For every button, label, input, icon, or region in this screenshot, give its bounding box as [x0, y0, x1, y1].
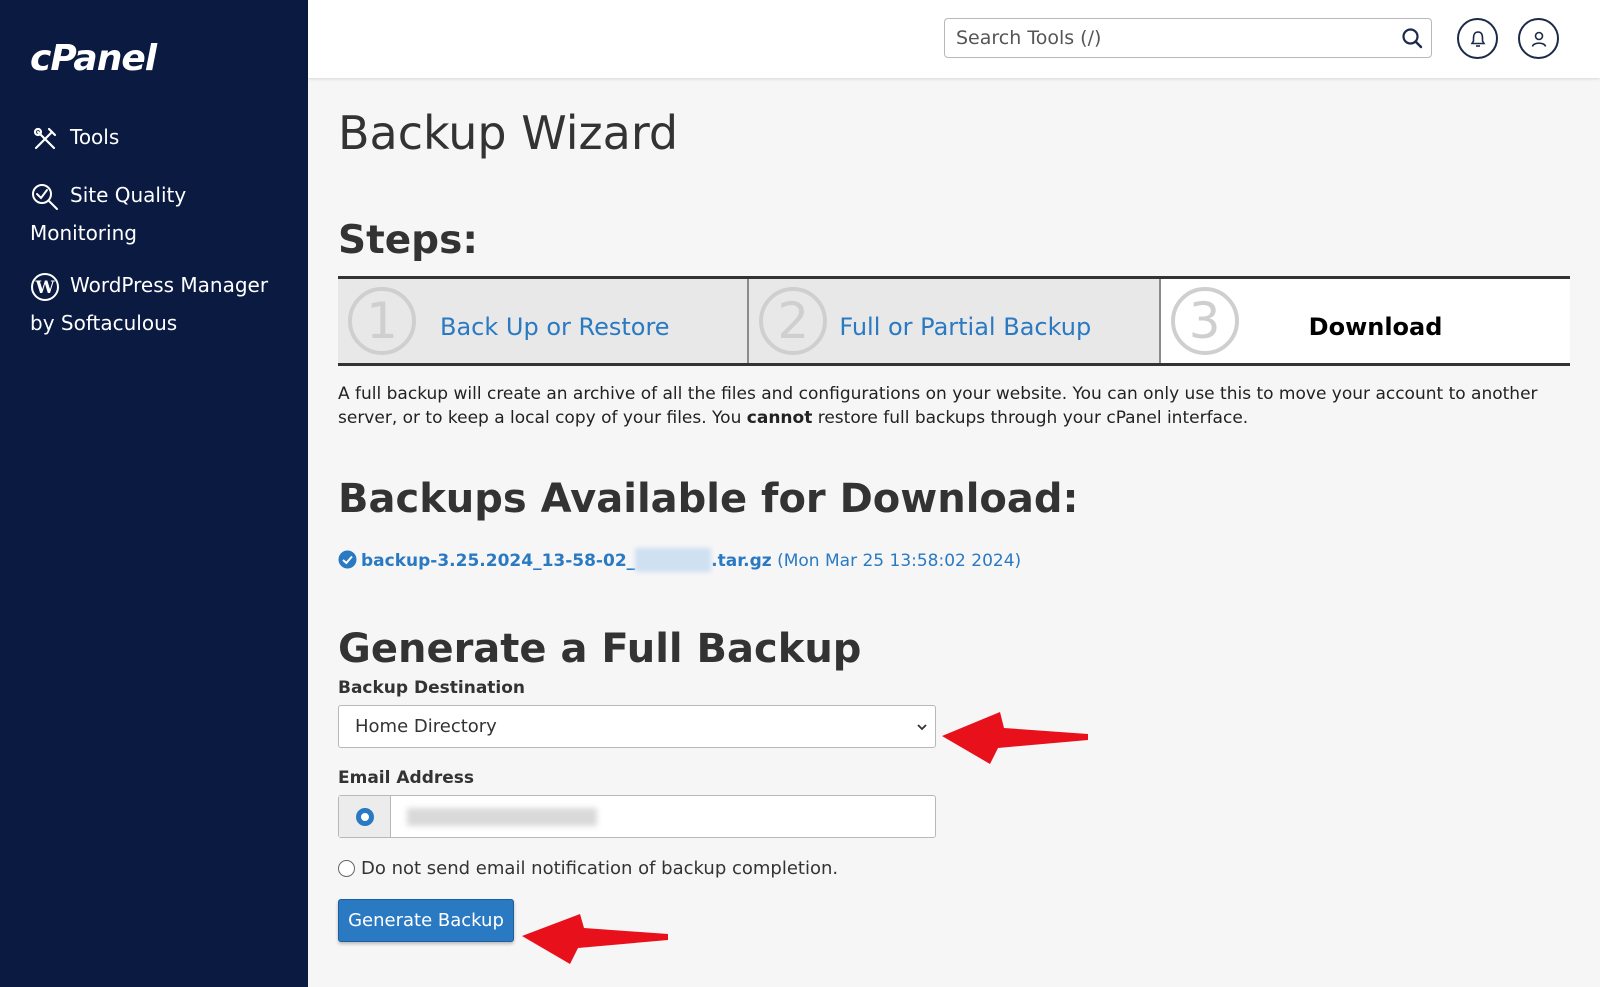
bell-icon: [1470, 30, 1485, 47]
redacted-domain: [635, 548, 712, 572]
no-email-radio[interactable]: [338, 860, 355, 877]
selected-destination: Home Directory: [355, 716, 497, 737]
site-quality-icon: [32, 183, 58, 210]
backup-date: (Mon Mar 25 13:58:02 2024): [777, 551, 1022, 571]
chevron-down-icon: [917, 724, 927, 731]
cpanel-logo[interactable]: cPanel: [30, 38, 157, 79]
email-address-field[interactable]: [407, 808, 597, 826]
search-input[interactable]: [945, 19, 1365, 57]
page-title: Backup Wizard: [338, 106, 679, 160]
full-backup-description: A full backup will create an archive of …: [338, 384, 1538, 428]
step-full-or-partial-backup[interactable]: 2 Full or Partial Backup: [749, 279, 1161, 363]
sidebar-item-label: Tools: [70, 125, 120, 149]
backup-destination-select[interactable]: Home Directory: [338, 705, 936, 748]
backup-list-item: backup-3.25.2024_13-58-02_ .tar.gz (Mon M…: [338, 548, 1021, 572]
step-number-icon: 2: [759, 287, 828, 355]
wizard-steps: 1 Back Up or Restore 2 Full or Partial B…: [338, 276, 1570, 366]
top-header: [308, 0, 1600, 78]
email-address-label: Email Address: [338, 768, 475, 788]
annotation-arrow-icon: [522, 914, 668, 964]
step-number-icon: 3: [1170, 287, 1239, 355]
search-box[interactable]: [944, 18, 1432, 58]
step-label[interactable]: Full or Partial Backup: [839, 313, 1091, 341]
sidebar-item-tools[interactable]: Tools: [30, 118, 280, 156]
sidebar-item-label: Site Quality: [70, 183, 187, 207]
sidebar-item-label-line2: by Softaculous: [30, 311, 178, 335]
user-menu-button[interactable]: [1518, 18, 1559, 59]
step-label-current: Download: [1308, 313, 1443, 341]
step-number-icon: 1: [348, 287, 416, 355]
user-icon: [1531, 31, 1546, 47]
radio-selected-icon: [355, 807, 374, 826]
generate-backup-heading: Generate a Full Backup: [338, 626, 862, 672]
no-email-label: Do not send email notification of backup…: [361, 858, 839, 879]
annotation-arrow-icon: [942, 712, 1088, 764]
available-backups-heading: Backups Available for Download:: [338, 476, 1079, 522]
steps-heading: Steps:: [338, 218, 478, 263]
search-icon[interactable]: [1401, 27, 1423, 49]
step-back-up-or-restore[interactable]: 1 Back Up or Restore: [338, 279, 750, 363]
tools-icon: [33, 127, 57, 149]
no-email-option[interactable]: Do not send email notification of backup…: [338, 858, 838, 879]
svg-text:W: W: [34, 278, 55, 298]
step-label[interactable]: Back Up or Restore: [440, 313, 670, 341]
backup-destination-label: Backup Destination: [338, 678, 526, 698]
sidebar-item-label: WordPress Manager: [70, 273, 269, 297]
notifications-button[interactable]: [1457, 18, 1498, 59]
generate-backup-button[interactable]: Generate Backup: [338, 899, 514, 942]
email-address-group: [338, 795, 936, 838]
sidebar-item-site-quality[interactable]: Site Quality Monitoring: [30, 176, 280, 252]
sidebar-item-wordpress-manager[interactable]: W WordPress Manager by Softaculous: [30, 266, 280, 342]
email-notify-radio[interactable]: [339, 796, 391, 837]
sidebar-item-label-line2: Monitoring: [30, 221, 137, 245]
step-download: 3 Download: [1160, 279, 1570, 363]
wordpress-icon: W: [31, 272, 59, 301]
backup-download-link[interactable]: backup-3.25.2024_13-58-02_ .tar.gz: [361, 548, 772, 572]
check-circle-icon: [338, 550, 357, 569]
sidebar: cPanel Tools Site Quality Monitoring W W…: [0, 0, 308, 987]
